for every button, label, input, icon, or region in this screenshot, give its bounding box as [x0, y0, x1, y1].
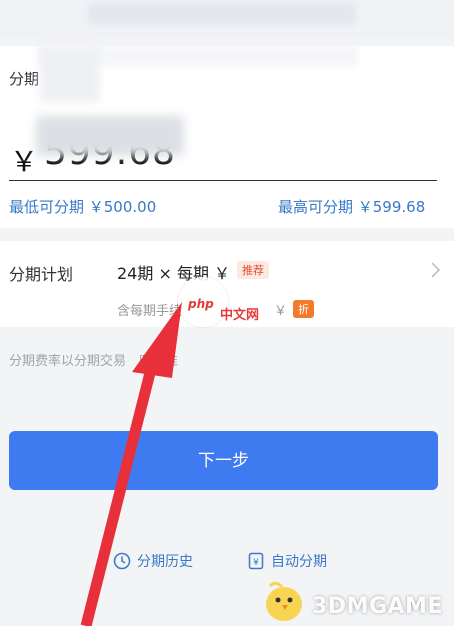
- installment-history-link[interactable]: 分期历史: [113, 551, 193, 571]
- 3dmgame-watermark-text: 3DMGAME: [312, 594, 443, 619]
- php-watermark-cn: 中文网: [220, 308, 260, 323]
- divider: [9, 180, 437, 181]
- 3dmgame-watermark: 3DMGAME: [260, 578, 450, 624]
- blurred-amount: [36, 116, 184, 156]
- amount-title: 分期: [9, 70, 40, 88]
- currency-symbol: ￥: [10, 145, 39, 178]
- auto-pay-icon: ¥: [248, 552, 264, 570]
- auto-installment-link[interactable]: ¥ 自动分期: [247, 551, 327, 571]
- svg-text:¥: ¥: [253, 558, 259, 568]
- blurred-region: [40, 46, 100, 102]
- rate-note: 分期费率以分期交易时时为准: [9, 354, 179, 369]
- amount-card: 分期 ￥ 599.68 最低可分期 ￥500.00 最高可分期 ￥599.68: [0, 46, 454, 228]
- clock-icon: [113, 552, 131, 570]
- php-watermark-text: php: [188, 297, 214, 311]
- php-watermark: php 中文网: [178, 277, 278, 327]
- discount-badge: 折: [293, 300, 314, 318]
- max-installment-link[interactable]: 最高可分期 ￥599.68: [278, 196, 425, 217]
- auto-label: 自动分期: [271, 554, 327, 570]
- bird-mascot-icon: [266, 581, 302, 621]
- top-bar: [0, 0, 454, 38]
- min-installment-link[interactable]: 最低可分期 ￥500.00: [9, 196, 156, 217]
- fee-text: 含每期手续: [117, 304, 183, 319]
- plan-title: 分期计划: [9, 265, 74, 284]
- blurred-header: [88, 3, 356, 25]
- next-step-label: 下一步: [198, 451, 249, 470]
- chevron-right-icon: [431, 262, 441, 278]
- history-label: 分期历史: [137, 554, 193, 570]
- next-step-button[interactable]: 下一步: [9, 431, 438, 490]
